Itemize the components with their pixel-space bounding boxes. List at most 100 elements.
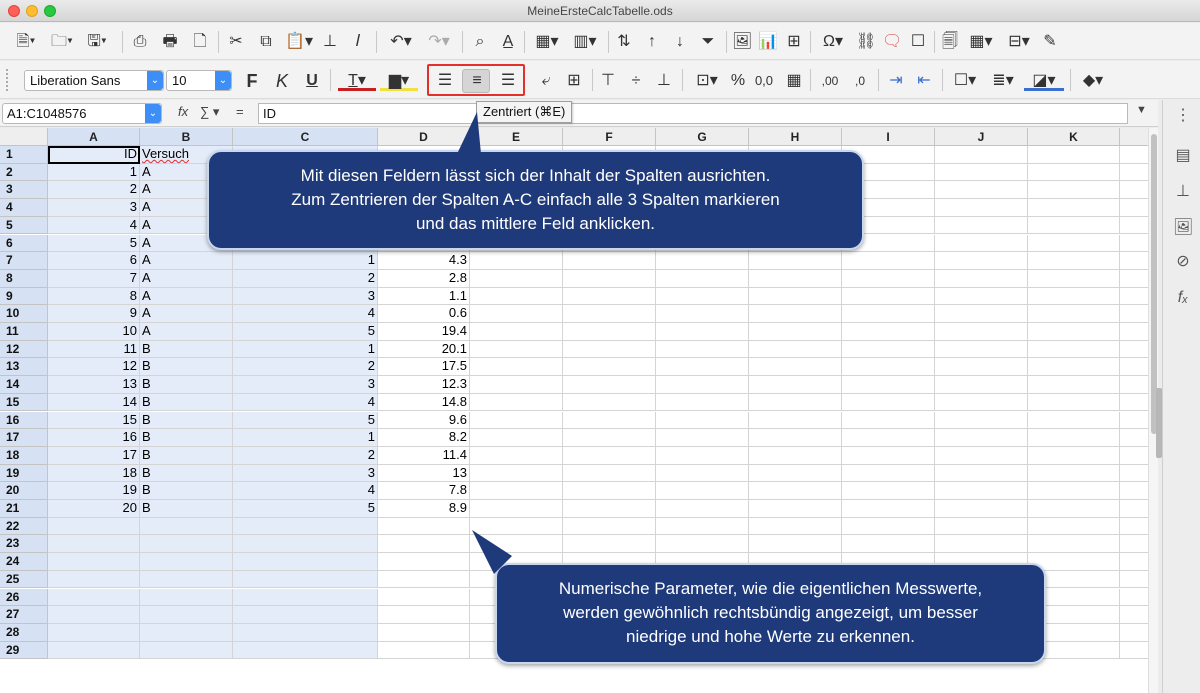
cell[interactable] [842, 393, 935, 412]
cell[interactable] [563, 517, 656, 536]
cell[interactable] [1120, 235, 1148, 253]
cell[interactable] [935, 535, 1028, 554]
cell[interactable] [1120, 642, 1148, 660]
cell[interactable] [1120, 252, 1148, 270]
cell[interactable]: A [140, 305, 233, 323]
merge-cells-icon[interactable]: ⊞ [564, 71, 584, 91]
cell[interactable]: 19 [48, 482, 140, 500]
cell[interactable] [749, 252, 842, 270]
row-header[interactable]: 6 [0, 234, 48, 253]
cell[interactable] [48, 570, 140, 589]
cell[interactable] [1120, 482, 1148, 500]
cell[interactable] [563, 500, 656, 518]
cell[interactable] [935, 446, 1028, 465]
cell[interactable] [656, 464, 749, 483]
save-icon[interactable]: 🖫▾ [82, 32, 112, 52]
row-header[interactable]: 5 [0, 216, 48, 235]
cell[interactable]: 19.4 [378, 323, 470, 341]
paste-icon[interactable]: 📋▾ [284, 32, 314, 52]
cell[interactable] [378, 588, 470, 607]
column-header[interactable]: C [233, 128, 378, 146]
cell[interactable] [1028, 393, 1120, 412]
cell[interactable] [1120, 589, 1148, 607]
cell[interactable] [935, 358, 1028, 377]
row-header[interactable]: 17 [0, 429, 48, 447]
cell[interactable] [656, 411, 749, 430]
cell[interactable] [233, 588, 378, 607]
row-header[interactable]: 3 [0, 181, 48, 200]
cell[interactable] [140, 588, 233, 607]
cell[interactable]: B [140, 482, 233, 500]
cell[interactable] [1120, 624, 1148, 642]
undo-icon[interactable]: ↶▾ [384, 32, 418, 52]
cell[interactable] [656, 252, 749, 270]
cell[interactable] [1028, 287, 1120, 306]
bold-button[interactable]: F [242, 71, 262, 91]
cell[interactable] [470, 411, 563, 430]
pivot-table-icon[interactable]: ⊞ [784, 32, 804, 52]
show-draw-functions-icon[interactable]: ✎ [1040, 32, 1060, 52]
sort-descending-icon[interactable]: ↓ [670, 32, 690, 52]
special-character-icon[interactable]: Ω▾ [816, 32, 850, 52]
font-color-icon[interactable]: T̲▾ [338, 71, 376, 91]
cell[interactable] [1028, 340, 1120, 359]
cell[interactable]: 13 [378, 464, 470, 483]
cell[interactable] [140, 570, 233, 589]
center-vertically-icon[interactable]: ÷ [626, 71, 646, 91]
cell[interactable] [749, 376, 842, 394]
cell[interactable] [233, 535, 378, 554]
row-header[interactable]: 9 [0, 287, 48, 306]
cell[interactable] [656, 500, 749, 518]
cell[interactable] [935, 517, 1028, 536]
cell[interactable] [470, 340, 563, 359]
cell[interactable]: 18 [48, 464, 140, 483]
column-header[interactable] [1120, 128, 1148, 146]
cell[interactable]: 5 [233, 411, 378, 430]
chevron-down-icon[interactable]: ⌄ [145, 104, 161, 123]
cell[interactable] [563, 376, 656, 394]
cell[interactable] [749, 517, 842, 536]
cell[interactable] [1028, 500, 1120, 518]
cell[interactable] [378, 570, 470, 589]
cell[interactable]: 2 [233, 358, 378, 377]
new-document-icon[interactable]: 🗎▾ [12, 32, 40, 52]
row-header[interactable]: 26 [0, 588, 48, 607]
border-color-icon[interactable]: ◪▾ [1024, 71, 1064, 91]
cell[interactable]: 1 [233, 340, 378, 359]
cell[interactable] [1028, 163, 1120, 182]
open-folder-icon[interactable]: 🗀▾ [48, 32, 76, 52]
cell[interactable]: 20 [48, 500, 140, 518]
cell[interactable]: 2 [233, 446, 378, 465]
cell[interactable]: 8.2 [378, 429, 470, 447]
cell[interactable] [749, 287, 842, 306]
cell[interactable] [233, 553, 378, 571]
cell[interactable] [1028, 429, 1120, 447]
cell[interactable] [48, 535, 140, 554]
cell[interactable]: 3 [233, 464, 378, 483]
cell[interactable] [470, 482, 563, 500]
cell[interactable] [563, 411, 656, 430]
cell[interactable]: 7 [48, 269, 140, 288]
cell[interactable] [563, 252, 656, 270]
column-header[interactable]: B [140, 128, 233, 146]
export-pdf-icon[interactable]: ⎙ [130, 32, 150, 52]
cell[interactable] [563, 358, 656, 377]
row-header[interactable]: 16 [0, 411, 48, 430]
cell[interactable]: 2.8 [378, 269, 470, 288]
cell[interactable] [842, 482, 935, 500]
cell[interactable] [935, 376, 1028, 394]
cell[interactable] [935, 234, 1028, 253]
cell[interactable] [48, 517, 140, 536]
navigator-icon[interactable]: ⊘ [1173, 252, 1193, 272]
cell[interactable] [1120, 341, 1148, 359]
cell[interactable] [378, 606, 470, 624]
print-preview-icon[interactable]: 🗋 [190, 32, 210, 52]
border-style-icon[interactable]: ≣▾ [986, 71, 1020, 91]
cell[interactable] [1120, 447, 1148, 465]
autofilter-icon[interactable]: ⏷ [698, 32, 718, 52]
cell[interactable] [470, 287, 563, 306]
cell[interactable] [1120, 606, 1148, 624]
chevron-down-icon[interactable]: ⌄ [147, 71, 163, 90]
cell[interactable]: B [140, 446, 233, 465]
define-print-area-icon[interactable]: 🗐 [940, 32, 960, 52]
